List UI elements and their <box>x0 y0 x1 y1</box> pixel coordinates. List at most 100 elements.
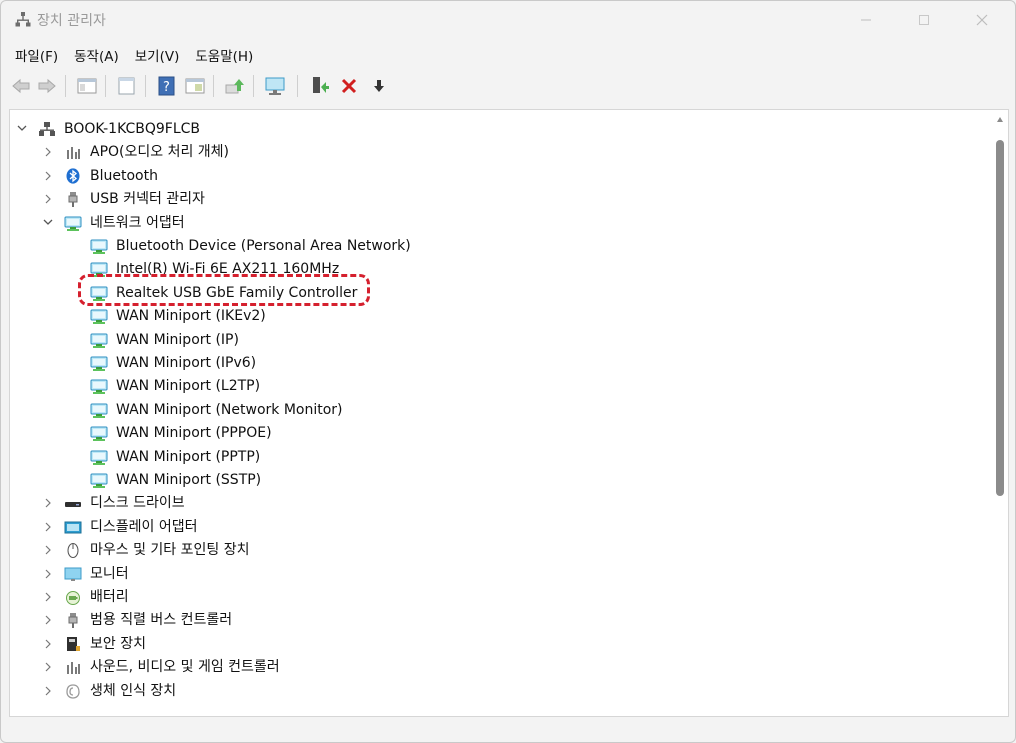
device-manager-app-icon <box>15 12 31 27</box>
chevron-right-icon[interactable] <box>42 165 54 187</box>
menu-bar: 파일(F) 동작(A) 보기(V) 도움말(H) <box>7 43 261 65</box>
chevron-right-icon[interactable] <box>42 141 54 163</box>
tree-item-22[interactable]: 사운드, 비디오 및 게임 컨트롤러 <box>10 656 970 678</box>
tree-item-label: WAN Miniport (SSTP) <box>116 472 262 488</box>
tree-item-16[interactable]: 디스플레이 어댑터 <box>10 516 970 538</box>
tree-item-1[interactable]: Bluetooth <box>10 165 970 187</box>
tree-item-label: 모니터 <box>90 565 129 582</box>
tree-item-11[interactable]: WAN Miniport (Network Monitor) <box>10 399 970 421</box>
biometric-icon <box>66 683 80 699</box>
menu-view[interactable]: 보기(V) <box>127 43 188 65</box>
title-bar: 장치 관리자 <box>1 1 1015 39</box>
tree-item-19[interactable]: 배터리 <box>10 586 970 608</box>
chevron-right-icon[interactable] <box>42 609 54 631</box>
mouse-icon <box>67 543 79 559</box>
menu-file[interactable]: 파일(F) <box>7 43 66 65</box>
display-adapter-icon <box>64 521 82 534</box>
tree-item-label: WAN Miniport (Network Monitor) <box>116 401 343 418</box>
uninstall-icon[interactable] <box>337 73 361 99</box>
tree-item-8[interactable]: WAN Miniport (IP) <box>10 329 970 351</box>
tree-item-label: WAN Miniport (IPv6) <box>116 355 257 371</box>
vertical-scrollbar-thumb[interactable] <box>996 140 1004 496</box>
disable-device-icon[interactable] <box>367 73 391 99</box>
tree-item-17[interactable]: 마우스 및 기타 포인팅 장치 <box>10 539 970 561</box>
chevron-right-icon[interactable] <box>42 633 54 655</box>
tree-item-15[interactable]: 디스크 드라이브 <box>10 492 970 514</box>
minimize-icon[interactable] <box>851 7 881 33</box>
tree-item-10[interactable]: WAN Miniport (L2TP) <box>10 375 970 397</box>
security-device-icon <box>67 636 80 651</box>
monitor-icon <box>64 567 82 581</box>
status-bar <box>9 719 1007 737</box>
close-icon[interactable] <box>967 7 997 33</box>
network-adapter-icon <box>90 379 108 395</box>
network-adapter-icon <box>90 356 108 371</box>
chevron-down-icon[interactable] <box>42 212 54 234</box>
scan-hardware-icon[interactable] <box>263 73 287 99</box>
chevron-right-icon[interactable] <box>42 563 54 585</box>
tree-item-7[interactable]: WAN Miniport (IKEv2) <box>10 305 970 327</box>
tree-item-root[interactable]: BOOK-1KCBQ9FLCB <box>10 118 970 140</box>
battery-icon <box>66 591 80 605</box>
tree-item-14[interactable]: WAN Miniport (SSTP) <box>10 469 970 491</box>
tree-item-label: 배터리 <box>90 589 129 605</box>
tree-item-0[interactable]: APO(오디오 처리 개체) <box>10 141 970 163</box>
chevron-down-icon[interactable] <box>16 118 28 140</box>
tree-item-label: WAN Miniport (PPTP) <box>116 448 261 465</box>
network-adapter-icon <box>90 473 108 488</box>
computer-icon <box>39 122 55 136</box>
highlight-annotation <box>78 274 370 306</box>
chevron-right-icon[interactable] <box>42 188 54 210</box>
toolbar: ? <box>7 71 1007 101</box>
console-tree-icon[interactable] <box>75 73 99 99</box>
tree-item-label: 보안 장치 <box>90 635 146 652</box>
maximize-icon[interactable] <box>909 7 939 33</box>
tree-item-label: 범용 직렬 버스 컨트롤러 <box>90 612 233 629</box>
enable-device-icon[interactable] <box>307 73 331 99</box>
tree-item-12[interactable]: WAN Miniport (PPPOE) <box>10 422 970 444</box>
tree-item-20[interactable]: 범용 직렬 버스 컨트롤러 <box>10 609 970 631</box>
menu-help[interactable]: 도움말(H) <box>187 43 261 65</box>
scroll-up-icon[interactable] <box>996 116 1004 124</box>
tree-item-label: 디스플레이 어댑터 <box>90 518 198 535</box>
sound-icon <box>67 662 80 675</box>
tree-item-3[interactable]: 네트워크 어댑터 <box>10 212 970 234</box>
network-adapter-icon <box>90 426 108 442</box>
tree-item-label: APO(오디오 처리 개체) <box>90 144 230 161</box>
tree-item-23[interactable]: 생체 인식 장치 <box>10 680 970 702</box>
tree-item-2[interactable]: USB 커넥터 관리자 <box>10 188 970 210</box>
tree-item-4[interactable]: Bluetooth Device (Personal Area Network) <box>10 235 970 257</box>
help-icon[interactable]: ? <box>155 73 179 99</box>
tree-item-9[interactable]: WAN Miniport (IPv6) <box>10 352 970 374</box>
device-manager-window: 장치 관리자 파일(F) 동작(A) 보기(V) 도움말(H) ? BOOK-1… <box>0 0 1016 743</box>
chevron-right-icon[interactable] <box>42 492 54 514</box>
chevron-right-icon[interactable] <box>42 516 54 538</box>
tree-item-label: BOOK-1KCBQ9FLCB <box>64 121 201 137</box>
tree-item-18[interactable]: 모니터 <box>10 563 970 585</box>
back-arrow-icon[interactable] <box>9 73 33 99</box>
tree-item-label: USB 커넥터 관리자 <box>90 191 205 208</box>
update-driver-icon[interactable] <box>223 73 247 99</box>
menu-action[interactable]: 동작(A) <box>66 43 127 65</box>
tree-item-label: WAN Miniport (IP) <box>116 331 239 348</box>
tree-item-21[interactable]: 보안 장치 <box>10 633 970 655</box>
network-adapter-icon <box>90 333 108 348</box>
chevron-right-icon[interactable] <box>42 680 54 702</box>
tree-item-13[interactable]: WAN Miniport (PPTP) <box>10 446 970 468</box>
network-adapter-icon <box>90 450 108 465</box>
network-adapter-icon <box>64 216 82 231</box>
audio-icon <box>67 147 80 160</box>
svg-text:?: ? <box>163 80 170 95</box>
usb-icon <box>68 192 78 208</box>
resources-icon[interactable] <box>183 73 207 99</box>
tree-item-label: 디스크 드라이브 <box>90 495 185 512</box>
tree-item-label: 생체 인식 장치 <box>90 682 177 699</box>
properties-icon[interactable] <box>115 73 139 99</box>
usb-controller-icon <box>68 613 78 629</box>
tree-item-label: Bluetooth <box>90 167 158 184</box>
chevron-right-icon[interactable] <box>42 586 54 608</box>
chevron-right-icon[interactable] <box>42 656 54 678</box>
forward-arrow-icon[interactable] <box>35 73 59 99</box>
chevron-right-icon[interactable] <box>42 539 54 561</box>
tree-item-label: WAN Miniport (L2TP) <box>116 378 261 395</box>
